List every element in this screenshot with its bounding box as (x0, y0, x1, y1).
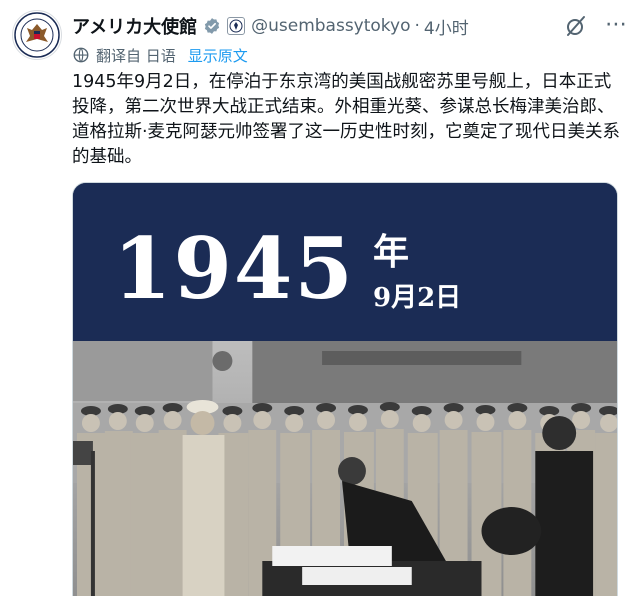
surrender-ceremony-photo (73, 341, 617, 596)
banner-year-suffix: 年 (373, 231, 410, 273)
author-handle[interactable]: @usembassytokyo (251, 16, 410, 36)
translation-label: 翻译自 日语 (96, 46, 176, 65)
verified-badge-icon[interactable] (203, 17, 221, 35)
embassy-seal-icon (14, 12, 60, 58)
globe-icon (72, 46, 90, 64)
date-banner: 1945 年 9月2日 (73, 183, 617, 341)
separator-dot: · (414, 16, 420, 36)
banner-date: 9月2日 (373, 283, 462, 313)
banner-year: 1945 (113, 219, 355, 318)
translation-row: 翻译自 日语 显示原文 (72, 44, 248, 66)
avatar-container[interactable] (12, 10, 64, 62)
more-icon[interactable]: ⋯ (605, 12, 628, 37)
tweet-text: 1945年9月2日，在停泊于东京湾的美国战舰密苏里号舰上，日本正式投降，第二次世… (72, 72, 621, 167)
display-name[interactable]: アメリカ大使館 (72, 13, 197, 39)
timestamp[interactable]: 4小时 (424, 14, 469, 39)
affiliate-seal-icon[interactable] (227, 17, 246, 35)
avatar[interactable] (12, 10, 62, 60)
tweet-media[interactable]: 1945 年 9月2日 (72, 182, 618, 596)
grok-icon[interactable] (564, 14, 588, 42)
tweet-header: アメリカ大使館 @usembassytokyo · 4小时 ⋯ (72, 12, 628, 40)
show-original-link[interactable]: 显示原文 (188, 45, 248, 66)
